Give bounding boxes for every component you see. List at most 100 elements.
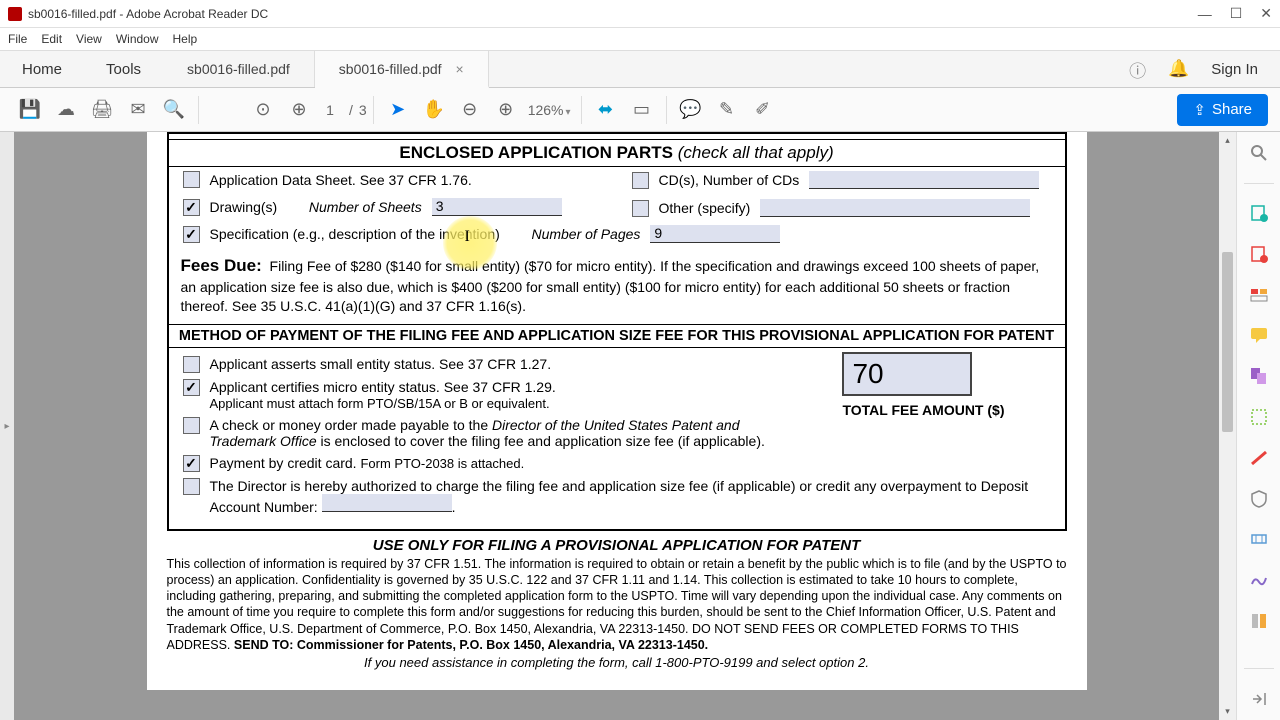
- menu-view[interactable]: View: [76, 32, 102, 46]
- highlight-icon[interactable]: ✐: [745, 92, 781, 128]
- combine-files-icon[interactable]: [1247, 365, 1271, 388]
- pdf-page: ENCLOSED APPLICATION PARTS (check all th…: [147, 132, 1087, 690]
- label-credit-card: Payment by credit card. Form PTO-2038 is…: [210, 455, 525, 471]
- signin-button[interactable]: Sign In: [1211, 61, 1258, 78]
- method-payment-header: METHOD OF PAYMENT OF THE FILING FEE AND …: [169, 325, 1065, 348]
- zoom-out-icon[interactable]: ⊖: [452, 92, 488, 128]
- zoom-level[interactable]: 126%▾: [524, 102, 575, 118]
- input-num-pages[interactable]: 9: [650, 225, 780, 243]
- label-small-entity: Applicant asserts small entity status. S…: [210, 356, 552, 372]
- label-check-payable: A check or money order made payable to t…: [210, 417, 810, 449]
- fill-sign-icon[interactable]: [1247, 569, 1271, 592]
- menu-edit[interactable]: Edit: [41, 32, 62, 46]
- minimize-icon[interactable]: —: [1198, 6, 1212, 22]
- document-tab-1[interactable]: sb0016-filled.pdf×: [315, 51, 489, 88]
- input-deposit-account[interactable]: [322, 494, 452, 512]
- page-down-icon[interactable]: ⊕: [281, 92, 317, 128]
- main-area: ▸ ENCLOSED APPLICATION PARTS (check all …: [0, 132, 1280, 720]
- checkbox-check-payable[interactable]: [183, 417, 200, 434]
- label-cds: CD(s), Number of CDs: [659, 172, 800, 188]
- checkbox-micro-entity[interactable]: [183, 379, 200, 396]
- window-titlebar: sb0016-filled.pdf - Adobe Acrobat Reader…: [0, 0, 1280, 28]
- organize-pages-icon[interactable]: [1247, 406, 1271, 429]
- total-pages: 3: [359, 102, 367, 118]
- save-icon[interactable]: 💾: [12, 92, 48, 128]
- zoom-in-icon[interactable]: ⊕: [488, 92, 524, 128]
- tab-row: Home Tools sb0016-filled.pdf sb0016-fill…: [0, 50, 1280, 88]
- assistance-note: If you need assistance in completing the…: [167, 655, 1067, 670]
- comment-tool-icon[interactable]: [1247, 324, 1271, 347]
- checkbox-credit-card[interactable]: [183, 455, 200, 472]
- vertical-scrollbar[interactable]: ▴ ▾: [1219, 132, 1236, 720]
- sign-icon[interactable]: ✎: [709, 92, 745, 128]
- input-total-fee[interactable]: 70: [842, 352, 972, 396]
- collapse-sidebar-icon[interactable]: [1247, 687, 1271, 710]
- menu-help[interactable]: Help: [173, 32, 198, 46]
- enclosed-parts-header: ENCLOSED APPLICATION PARTS (check all th…: [169, 140, 1065, 167]
- redact-icon[interactable]: [1247, 446, 1271, 469]
- document-tab-0[interactable]: sb0016-filled.pdf: [163, 51, 315, 87]
- label-num-sheets: Number of Sheets: [309, 199, 422, 215]
- input-cds[interactable]: [809, 171, 1039, 189]
- export-pdf-icon[interactable]: [1247, 202, 1271, 225]
- help-icon[interactable]: ⓘ: [1129, 57, 1146, 82]
- fit-width-icon[interactable]: ⬌: [588, 92, 624, 128]
- checkbox-cds[interactable]: [632, 172, 649, 189]
- checkbox-small-entity[interactable]: [183, 356, 200, 373]
- cloud-upload-icon[interactable]: ☁: [48, 92, 84, 128]
- chevron-right-icon: ▸: [4, 421, 9, 432]
- compress-icon[interactable]: [1247, 528, 1271, 551]
- right-tool-sidebar: [1236, 132, 1280, 720]
- left-panel-toggle[interactable]: ▸: [0, 132, 14, 720]
- label-other: Other (specify): [659, 200, 751, 216]
- checkbox-drawings[interactable]: [183, 199, 200, 216]
- checkbox-other[interactable]: [632, 200, 649, 217]
- label-micro-entity: Applicant certifies micro entity status.…: [210, 379, 556, 396]
- edit-pdf-icon[interactable]: [1247, 283, 1271, 306]
- checkbox-app-data-sheet[interactable]: [183, 171, 200, 188]
- comment-icon[interactable]: 💬: [673, 92, 709, 128]
- current-page-input[interactable]: 1: [317, 101, 343, 119]
- page-up-icon[interactable]: ⊙: [245, 92, 281, 128]
- checkbox-specification[interactable]: [183, 226, 200, 243]
- selection-arrow-icon[interactable]: ➤: [380, 92, 416, 128]
- label-app-data-sheet: Application Data Sheet. See 37 CFR 1.76.: [210, 172, 472, 188]
- email-icon[interactable]: ✉: [120, 92, 156, 128]
- menu-window[interactable]: Window: [116, 32, 159, 46]
- label-drawings: Drawing(s): [210, 199, 278, 215]
- share-icon: ⇪: [1193, 101, 1206, 119]
- checkbox-director-auth[interactable]: [183, 478, 200, 495]
- tab-close-icon[interactable]: ×: [456, 61, 464, 77]
- hand-pan-icon[interactable]: ✋: [416, 92, 452, 128]
- toolbar: 💾 ☁ 🖨 ✉ 🔍 ⊙ ⊕ 1 / 3 ➤ ✋ ⊖ ⊕ 126%▾ ⬌ ▭ 💬 …: [0, 88, 1280, 132]
- fit-page-icon[interactable]: ▭: [624, 92, 660, 128]
- scroll-up-icon[interactable]: ▴: [1219, 132, 1236, 149]
- protect-icon[interactable]: [1247, 487, 1271, 510]
- maximize-icon[interactable]: ☐: [1230, 5, 1243, 22]
- tools-button[interactable]: Tools: [84, 51, 163, 87]
- menubar: File Edit View Window Help: [0, 28, 1280, 50]
- print-icon[interactable]: 🖨: [84, 92, 120, 128]
- fine-print: This collection of information is requir…: [167, 556, 1067, 654]
- scrollbar-thumb[interactable]: [1222, 252, 1233, 432]
- share-button[interactable]: ⇪ Share: [1177, 94, 1268, 126]
- label-total-fee: TOTAL FEE AMOUNT ($): [842, 402, 1004, 418]
- convert-icon[interactable]: [1247, 610, 1271, 633]
- page-indicator: 1 / 3: [317, 101, 367, 119]
- input-num-sheets[interactable]: 3: [432, 198, 562, 216]
- close-icon[interactable]: ✕: [1260, 5, 1272, 22]
- search-icon[interactable]: 🔍: [156, 92, 192, 128]
- label-micro-attach: Applicant must attach form PTO/SB/15A or…: [210, 396, 550, 411]
- use-only-header: USE ONLY FOR FILING A PROVISIONAL APPLIC…: [167, 537, 1067, 554]
- create-pdf-icon[interactable]: [1247, 243, 1271, 266]
- notifications-icon[interactable]: 🔔: [1168, 59, 1189, 79]
- fees-due-section: Fees Due: Filing Fee of $280 ($140 for s…: [169, 251, 1065, 325]
- home-button[interactable]: Home: [0, 51, 84, 87]
- input-other[interactable]: [760, 199, 1030, 217]
- search-tool-icon[interactable]: [1247, 142, 1271, 165]
- window-title: sb0016-filled.pdf - Adobe Acrobat Reader…: [28, 7, 1198, 21]
- page-viewport[interactable]: ENCLOSED APPLICATION PARTS (check all th…: [14, 132, 1219, 720]
- scroll-down-icon[interactable]: ▾: [1219, 703, 1236, 720]
- menu-file[interactable]: File: [8, 32, 27, 46]
- label-specification: Specification (e.g., description of the …: [210, 226, 500, 242]
